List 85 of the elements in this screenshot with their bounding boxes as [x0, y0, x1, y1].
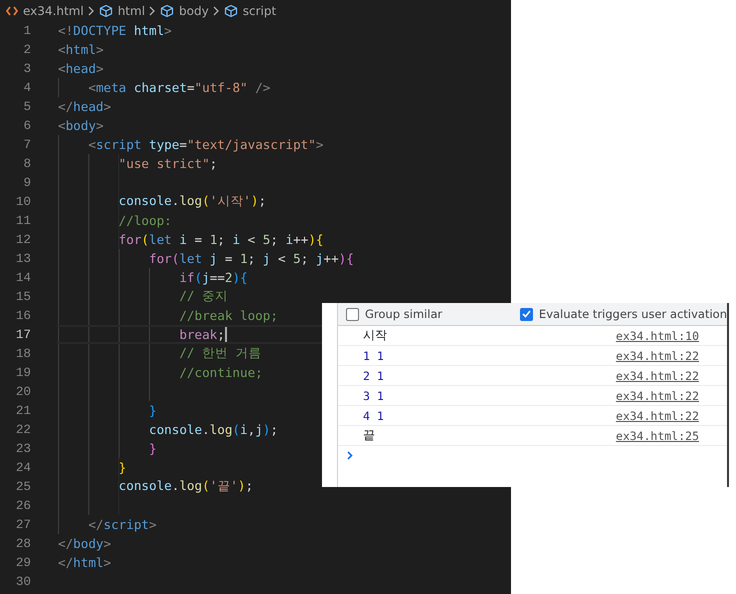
line-number: 20 [14, 384, 31, 398]
line-number: 3 [22, 62, 31, 76]
line-number: 16 [14, 308, 31, 322]
log-message: 시작 [363, 328, 387, 342]
code-line: <meta charset="utf-8" /> [88, 80, 270, 95]
line-number: 9 [22, 176, 31, 190]
line-number: 24 [14, 460, 31, 474]
source-link[interactable]: ex34.html:10 [616, 328, 699, 342]
code-line: <html> [58, 42, 104, 57]
cube-icon [160, 4, 174, 18]
line-number: 19 [14, 366, 31, 380]
checkbox[interactable] [520, 308, 533, 320]
line-number: 11 [14, 214, 31, 228]
source-link[interactable]: ex34.html:25 [616, 428, 699, 442]
line-number: 23 [14, 442, 31, 456]
code-line: if(j==2){ [179, 270, 248, 285]
code-icon [6, 6, 18, 16]
line-number: 8 [22, 156, 31, 170]
option-label: Evaluate triggers user activation [538, 307, 727, 321]
code-line: //continue; [179, 365, 263, 380]
chevron-icon [88, 6, 95, 16]
line-number: 5 [22, 100, 31, 114]
prompt-icon[interactable] [347, 450, 353, 460]
code-line: <head> [58, 61, 104, 76]
code-line: </body> [58, 536, 112, 551]
chevron-icon [149, 6, 156, 16]
line-number: 29 [14, 556, 31, 570]
cube-icon [224, 4, 238, 18]
breadcrumb-item[interactable]: html [98, 4, 146, 18]
code-line: // 한번 거름 [179, 345, 262, 362]
line-number: 10 [14, 194, 31, 208]
breadcrumb-item[interactable]: script [224, 4, 276, 18]
line-number: 26 [14, 498, 31, 512]
line-number: 7 [22, 138, 31, 152]
code-line: // 중지 [179, 288, 228, 305]
cube-icon [98, 4, 113, 18]
line-number: 21 [14, 404, 31, 418]
checkbox[interactable] [346, 308, 359, 320]
code-line: console.log('시작'); [118, 193, 266, 210]
line-number: 1 [22, 24, 31, 38]
breadcrumb-item[interactable]: body [160, 4, 209, 18]
code-line: } [149, 403, 157, 418]
log-message: 3 1 [363, 388, 384, 402]
line-number: 17 [14, 328, 31, 342]
code-line: } [149, 441, 157, 456]
line-number: 4 [22, 80, 31, 94]
line-number: 6 [22, 118, 31, 132]
line-number: 18 [14, 346, 31, 360]
code-line: break; [179, 327, 225, 342]
code-line: <script type="text/javascript"> [88, 137, 324, 152]
code-line: <body> [58, 118, 104, 133]
code-line: for(let i = 1; i < 5; i++){ [118, 232, 324, 247]
source-link[interactable]: ex34.html:22 [616, 348, 699, 362]
line-number: 15 [14, 290, 31, 304]
line-number: 22 [14, 422, 31, 436]
line-number: 14 [14, 270, 31, 284]
log-message: 4 1 [363, 408, 384, 422]
log-message: 2 1 [363, 368, 384, 382]
code-line: <!DOCTYPE html> [58, 23, 172, 38]
log-message: 1 1 [363, 348, 384, 362]
code-line: console.log('끝'); [118, 478, 254, 495]
option-label: Group similar [365, 307, 442, 321]
code-line: console.log(i,j); [149, 422, 278, 437]
breadcrumb-item[interactable]: ex34.html [6, 4, 84, 18]
line-number: 12 [14, 232, 31, 246]
code-line: "use strict"; [118, 156, 218, 171]
code-line: } [118, 460, 126, 475]
chevron-icon [212, 6, 220, 16]
code-line: for(let j = 1; j < 5; j++){ [149, 251, 354, 266]
line-number: 30 [14, 574, 31, 588]
code-line: </script> [88, 517, 157, 532]
log-message: 끝 [363, 428, 375, 442]
code-line: </head> [58, 99, 112, 114]
line-number: 27 [14, 518, 31, 532]
code-line: //loop: [118, 213, 172, 228]
source-link[interactable]: ex34.html:22 [616, 368, 699, 382]
source-link[interactable]: ex34.html:22 [616, 408, 699, 422]
line-number: 2 [22, 42, 31, 56]
line-number: 28 [14, 536, 31, 550]
line-number: 25 [14, 480, 31, 494]
source-link[interactable]: ex34.html:22 [616, 388, 699, 402]
text-cursor [224, 326, 227, 342]
code-line: //break loop; [179, 308, 278, 323]
line-number: 13 [14, 252, 31, 266]
code-line: </html> [58, 555, 112, 570]
